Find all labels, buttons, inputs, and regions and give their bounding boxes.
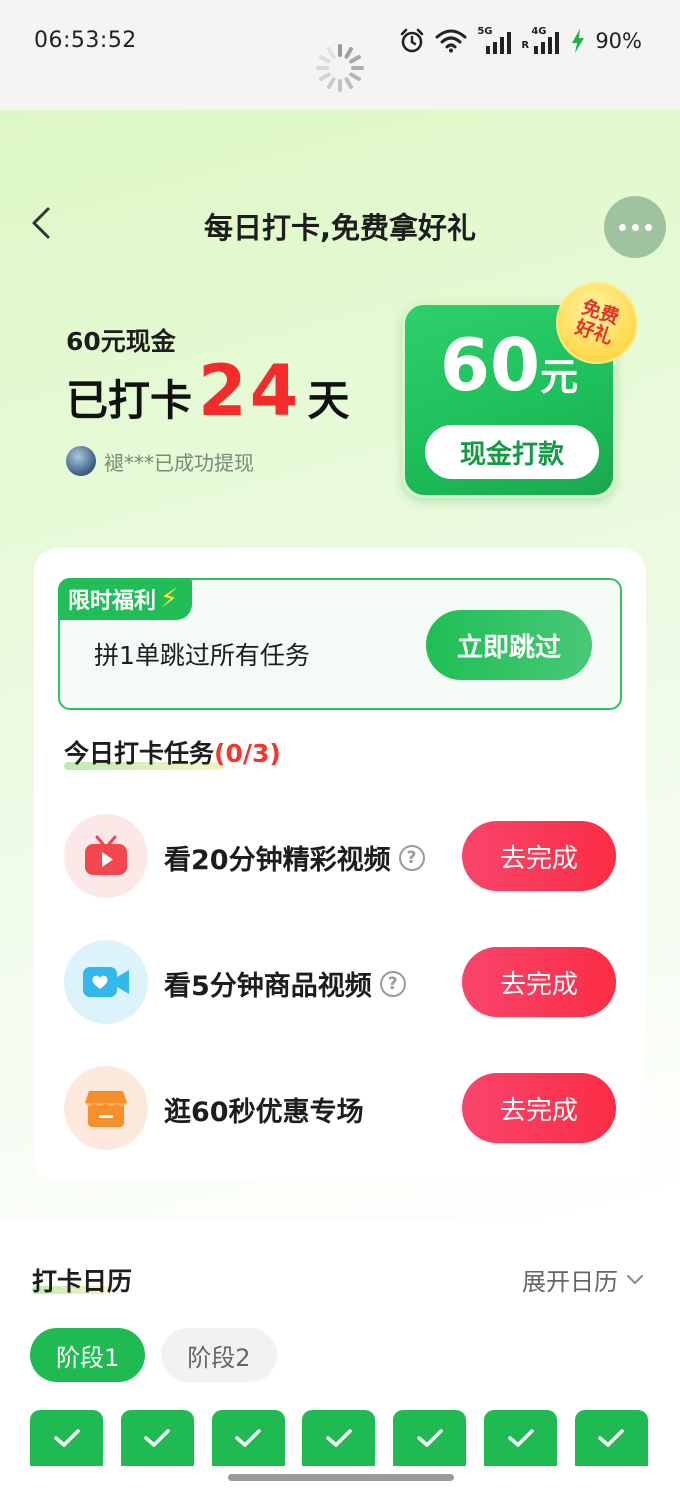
status-icons: 5G 4G R 90% <box>399 26 642 56</box>
checkmark-icon <box>235 1429 261 1447</box>
more-dot <box>644 223 652 231</box>
calendar-day-checked <box>30 1410 103 1466</box>
status-time: 06:53:52 <box>34 28 137 53</box>
tab-phase-2[interactable]: 阶段2 <box>161 1328 277 1382</box>
lightning-icon: ⚡ <box>160 584 179 614</box>
complete-task-button[interactable]: 去完成 <box>462 1073 616 1143</box>
task-label-text: 逛60秒优惠专场 <box>164 1097 364 1128</box>
battery-level: 90% <box>595 29 642 53</box>
status-bar: 06:53:52 5G 4G R 90% <box>0 0 680 110</box>
expand-calendar-button[interactable]: 展开日历 <box>522 1262 644 1297</box>
cash-amount-unit: 元 <box>540 355 579 399</box>
checkmark-icon <box>598 1429 625 1447</box>
wifi-icon <box>435 29 467 53</box>
tab-phase-1[interactable]: 阶段1 <box>30 1328 146 1382</box>
charging-bolt-icon <box>572 29 585 53</box>
checkmark-icon <box>326 1429 352 1447</box>
checkin-suffix: 天 <box>307 376 350 425</box>
tasks-card: 限时福利 ⚡ 拼1单跳过所有任务 立即跳过 今日打卡任务(0/3) 看20分钟精… <box>34 548 646 1182</box>
help-icon[interactable]: ? <box>398 844 425 871</box>
more-options-button[interactable] <box>604 196 666 258</box>
task-label-text: 看5分钟商品视频 <box>164 971 372 1002</box>
task-label-text: 看20分钟精彩视频 <box>164 845 391 876</box>
calendar-days <box>30 1410 648 1466</box>
phase-tabs: 阶段1 阶段2 <box>30 1328 277 1382</box>
tasks-progress-count: (0/3) <box>214 739 281 768</box>
calendar-day-checked <box>393 1410 467 1466</box>
skip-now-button[interactable]: 立即跳过 <box>426 610 592 680</box>
promo-tag: 限时福利 ⚡ <box>58 578 193 620</box>
checkin-days: 24 <box>198 350 302 432</box>
tasks-title-text: 今日打卡任务 <box>64 739 215 768</box>
page-title: 每日打卡,免费拿好礼 <box>203 211 477 245</box>
calendar-day-checked <box>211 1410 285 1466</box>
calendar-title: 打卡日历 <box>32 1267 133 1296</box>
winner-text: 褪***已成功提现 <box>104 450 254 475</box>
complete-task-button[interactable]: 去完成 <box>462 947 616 1017</box>
more-dot <box>631 223 639 231</box>
store-icon <box>64 1066 148 1150</box>
tasks-title: 今日打卡任务(0/3) <box>64 734 281 770</box>
calendar-day-checked <box>484 1410 558 1466</box>
calendar-day-checked <box>302 1410 376 1466</box>
checkin-count: 已打卡 24 天 <box>66 350 349 432</box>
complete-task-button[interactable]: 去完成 <box>462 821 616 891</box>
checkmark-icon <box>417 1429 443 1447</box>
checkmark-icon <box>144 1429 171 1447</box>
cash-amount-value: 60 <box>439 323 541 407</box>
calendar-day-checked <box>120 1410 194 1466</box>
promo-banner: 限时福利 ⚡ 拼1单跳过所有任务 立即跳过 <box>58 578 622 710</box>
winner-ticker: 褪***已成功提现 <box>66 446 254 476</box>
task-label: 看20分钟精彩视频 ? <box>164 838 425 877</box>
avatar <box>66 446 96 476</box>
task-row: 看5分钟商品视频 ? 去完成 <box>64 940 616 1024</box>
checkmark-icon <box>507 1429 534 1447</box>
home-indicator[interactable] <box>228 1474 454 1481</box>
expand-calendar-label: 展开日历 <box>522 1268 618 1296</box>
promo-tag-label: 限时福利 <box>68 589 157 614</box>
task-row: 看20分钟精彩视频 ? 去完成 <box>64 814 616 898</box>
alarm-icon <box>401 28 424 53</box>
task-row: 逛60秒优惠专场 去完成 <box>64 1066 616 1150</box>
video-camera-icon <box>64 940 148 1024</box>
help-icon[interactable]: ? <box>379 970 406 997</box>
tv-icon <box>64 814 148 898</box>
task-label: 逛60秒优惠专场 <box>164 1090 364 1129</box>
checkin-prefix: 已打卡 <box>66 376 193 425</box>
task-label: 看5分钟商品视频 ? <box>164 964 406 1003</box>
chevron-down-icon <box>627 1274 643 1284</box>
checkmark-icon <box>53 1429 80 1447</box>
cash-payout-button[interactable]: 现金打款 <box>425 425 599 479</box>
loading-spinner-icon <box>316 44 364 92</box>
signal-4g-icon: 4G R <box>521 26 561 54</box>
more-dot <box>618 223 626 231</box>
signal-5g-icon: 5G <box>477 26 512 54</box>
calendar-day-checked <box>574 1410 648 1466</box>
promo-text: 拼1单跳过所有任务 <box>94 641 310 670</box>
